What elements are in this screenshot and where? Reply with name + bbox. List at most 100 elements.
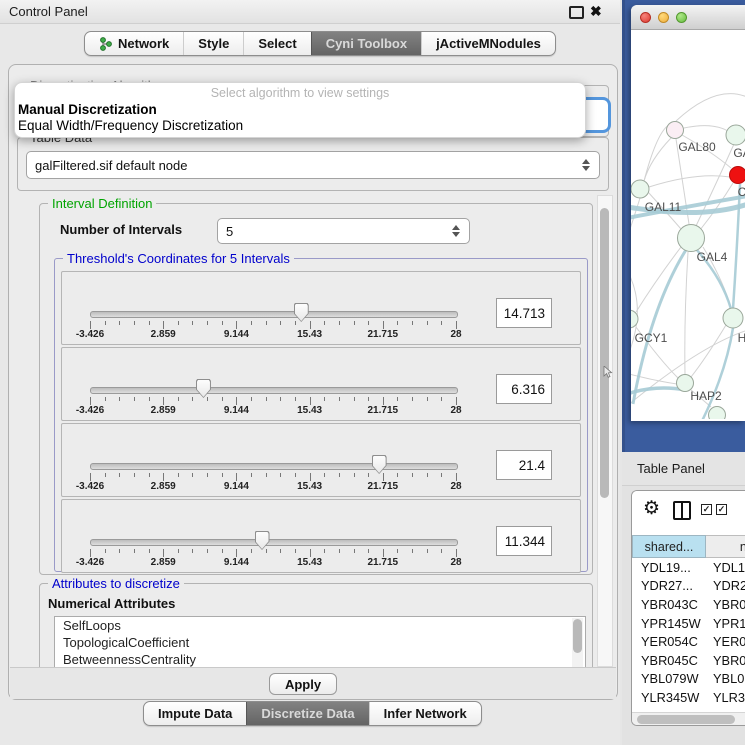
network-canvas[interactable]: GAL80GACGAL11GAL4GCY1HHAP2 — [631, 29, 745, 419]
table-hscrollbar-thumb[interactable] — [637, 715, 735, 724]
network-edge[interactable] — [649, 176, 730, 187]
tick-label: 2.859 — [151, 557, 176, 568]
slider-track[interactable] — [90, 463, 458, 470]
attribute-list-item[interactable]: TopologicalCoefficient — [55, 634, 585, 651]
table-row[interactable]: YPR145WYPR1 — [632, 614, 745, 633]
slider-track[interactable] — [90, 539, 458, 546]
tick-label: 15.43 — [297, 405, 322, 416]
slider-thumb[interactable] — [196, 379, 211, 398]
network-edge-highlighted[interactable] — [733, 184, 740, 309]
tab-impute-data[interactable]: Impute Data — [144, 702, 246, 725]
table-row[interactable]: YBR045CYBR0 — [632, 651, 745, 670]
number-of-intervals-combobox[interactable]: 5 — [217, 218, 470, 244]
node-label: GAL11 — [645, 200, 682, 214]
node-label: C — [738, 185, 745, 199]
slider-track[interactable] — [90, 311, 458, 318]
attributes-scrollbar[interactable] — [572, 618, 583, 667]
network-edge-highlighted[interactable] — [702, 328, 733, 419]
mac-zoom-icon[interactable] — [676, 12, 687, 23]
attributes-scrollbar-thumb[interactable] — [573, 619, 582, 653]
gear-icon[interactable]: ⚙ — [643, 499, 660, 518]
tab-cyni-toolbox[interactable]: Cyni Toolbox — [311, 32, 421, 55]
columns-icon[interactable] — [673, 501, 691, 520]
tick-label: 28 — [450, 405, 461, 416]
column-header-1[interactable]: shared... — [632, 535, 706, 558]
tab-network[interactable]: Network — [85, 32, 183, 55]
network-edge[interactable] — [644, 138, 671, 181]
tick-label: -3.426 — [76, 329, 104, 340]
slider-thumb[interactable] — [294, 303, 309, 322]
tick-label: 28 — [450, 329, 461, 340]
table-row[interactable]: YDR27...YDR2 — [632, 577, 745, 596]
tab-jactivemnodules[interactable]: jActiveMNodules — [421, 32, 555, 55]
apply-button[interactable]: Apply — [269, 673, 337, 695]
checkbox-icon[interactable]: ✓ — [716, 504, 727, 515]
threshold-value-field[interactable]: 21.4 — [496, 450, 552, 480]
cell-name: YBR0 — [706, 597, 745, 612]
node-label: HAP2 — [690, 389, 722, 403]
network-icon — [99, 37, 112, 51]
table-row[interactable]: YLR345WYLR3 — [632, 688, 745, 707]
threshold-value-field[interactable]: 11.344 — [496, 526, 552, 556]
threshold-value-field[interactable]: 14.713 — [496, 298, 552, 328]
slider-tick-labels: -3.4262.8599.14415.4321.71528 — [90, 405, 456, 417]
network-edge-highlighted[interactable] — [631, 388, 686, 396]
slider-thumb[interactable] — [372, 455, 387, 474]
table-horizontal-scrollbar[interactable] — [632, 712, 745, 726]
close-icon[interactable]: ✖ — [590, 3, 602, 20]
settings-scrollbar-thumb[interactable] — [600, 208, 609, 498]
group-title-thresholds: Threshold's Coordinates for 5 Intervals — [63, 251, 294, 266]
tab-infer-network[interactable]: Infer Network — [369, 702, 481, 725]
network-edge[interactable] — [676, 94, 745, 121]
control-panel-tabs: NetworkStyleSelectCyni ToolboxjActiveMNo… — [84, 31, 556, 56]
mac-close-icon[interactable] — [640, 12, 651, 23]
network-node[interactable] — [709, 407, 726, 420]
tab-select[interactable]: Select — [243, 32, 310, 55]
tab-discretize-data[interactable]: Discretize Data — [246, 702, 368, 725]
table-row[interactable]: YDL19...YDL1 — [632, 558, 745, 577]
cell-name: YDL1 — [706, 560, 745, 575]
cell-name: YPR1 — [706, 616, 745, 631]
numerical-attributes-list[interactable]: SelfLoopsTopologicalCoefficientBetweenne… — [54, 616, 586, 667]
dropdown-item-manual-discretization[interactable]: Manual Discretization — [18, 102, 157, 117]
node-table: ⚙ ✓ ✓ shared...n... YDL19...YDL1YDR27...… — [631, 490, 745, 726]
float-window-icon[interactable] — [569, 6, 584, 19]
settings-scroll-viewport: Interval Definition Number of Intervals … — [17, 193, 597, 667]
tab-style[interactable]: Style — [183, 32, 243, 55]
network-node-h[interactable] — [723, 308, 743, 328]
network-node-ga[interactable] — [726, 125, 745, 145]
network-edge[interactable] — [636, 247, 681, 312]
control-panel-titlebar: Control Panel ✖ — [0, 0, 620, 24]
table-row[interactable]: YER054CYER0 — [632, 632, 745, 651]
network-edge[interactable] — [684, 126, 728, 131]
threshold-value-field[interactable]: 6.316 — [496, 374, 552, 404]
network-node-gal11[interactable] — [631, 180, 649, 198]
node-label: H — [738, 331, 745, 345]
threshold-panel-2: -3.4262.8599.14415.4321.71528 6.316 — [61, 347, 581, 421]
attribute-list-item[interactable]: SelfLoops — [55, 617, 585, 634]
attribute-list-item[interactable]: BetweennessCentrality — [55, 651, 585, 667]
mac-minimize-icon[interactable] — [658, 12, 669, 23]
slider-ticks — [90, 549, 456, 557]
slider-track[interactable] — [90, 387, 458, 394]
network-edge[interactable] — [691, 325, 726, 377]
cell-shared-name: YBR045C — [632, 653, 706, 668]
column-header-2[interactable]: n... — [706, 535, 745, 558]
tick-label: 15.43 — [297, 557, 322, 568]
number-of-intervals-label: Number of Intervals — [60, 222, 182, 237]
network-node-gal4[interactable] — [678, 225, 705, 252]
checkbox-icon[interactable]: ✓ — [701, 504, 712, 515]
network-edge[interactable] — [685, 252, 688, 374]
cell-shared-name: YBR043C — [632, 597, 706, 612]
tick-label: -3.426 — [76, 405, 104, 416]
table-row[interactable]: YBL079WYBL0 — [632, 670, 745, 689]
cell-shared-name: YDR27... — [632, 578, 706, 593]
table-data-combobox[interactable]: galFiltered.sif default node — [26, 151, 600, 179]
network-node-gal80[interactable] — [667, 122, 684, 139]
table-row[interactable]: YBR043CYBR0 — [632, 595, 745, 614]
slider-thumb[interactable] — [255, 531, 270, 550]
network-node-c[interactable] — [730, 167, 745, 184]
dropdown-item-equal-width-frequency[interactable]: Equal Width/Frequency Discretization — [18, 118, 243, 133]
table-panel-titlebar: Table Panel — [622, 452, 745, 486]
settings-vertical-scrollbar[interactable] — [597, 195, 613, 667]
